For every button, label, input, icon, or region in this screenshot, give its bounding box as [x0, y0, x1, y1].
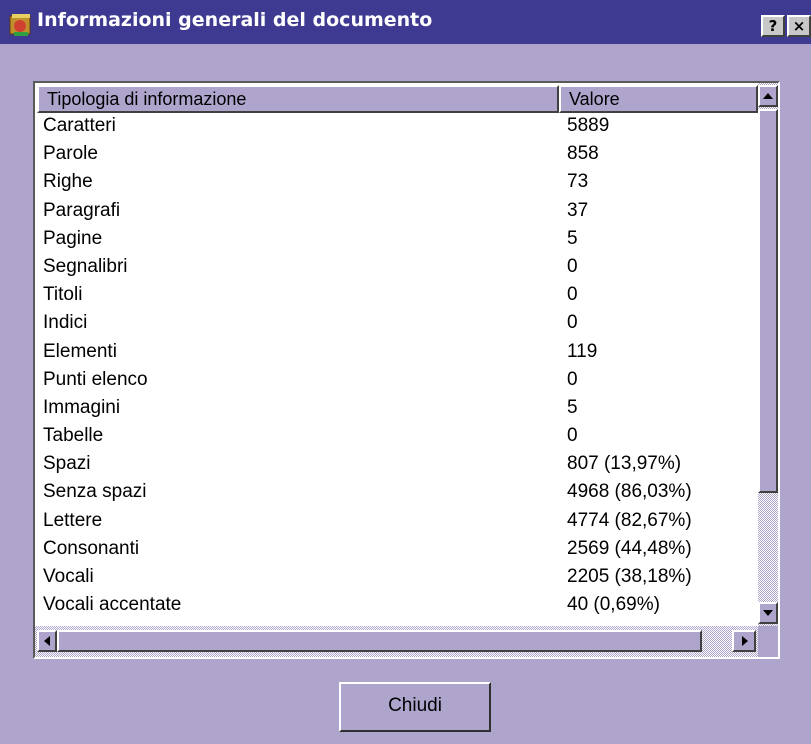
- horizontal-scrollbar[interactable]: [35, 626, 758, 657]
- arrow-down-icon: [763, 610, 773, 616]
- document-info-icon: [9, 14, 31, 36]
- scroll-down-button[interactable]: [758, 602, 778, 624]
- horizontal-scroll-thumb[interactable]: [57, 630, 702, 652]
- help-button[interactable]: ?: [761, 15, 785, 37]
- info-type: Punti elenco: [43, 368, 148, 390]
- title-bar: Informazioni generali del documento ? ×: [0, 0, 811, 44]
- info-type: Consonanti: [43, 537, 140, 559]
- info-type: Spazi: [43, 453, 91, 475]
- scroll-corner: [758, 626, 778, 657]
- info-value: 0: [567, 255, 578, 277]
- close-button[interactable]: Chiudi: [339, 682, 491, 732]
- info-value: 73: [567, 171, 589, 193]
- info-value: 5: [567, 227, 578, 249]
- info-type: Titoli: [43, 284, 83, 306]
- info-value: 5889: [567, 115, 610, 136]
- list-item[interactable]: Maiuscole 103 (1,78%): [35, 620, 758, 623]
- info-type: Senza spazi: [43, 481, 147, 503]
- info-value: 0: [567, 284, 578, 306]
- list-item[interactable]: Vocali 2205 (38,18%): [35, 564, 758, 592]
- list-item[interactable]: Elementi 119: [35, 339, 758, 367]
- info-value: 119: [567, 340, 598, 362]
- info-value: 4968 (86,03%): [567, 481, 692, 503]
- list-rows: Caratteri 5889 Parole 858 Righe 73 Paragrafi 37…: [35, 113, 758, 623]
- list-item[interactable]: Pagine 5: [35, 226, 758, 254]
- info-value: 0: [567, 368, 578, 390]
- info-value: 0: [567, 425, 578, 447]
- column-header-type[interactable]: Tipologia di informazione: [37, 85, 559, 113]
- list-item[interactable]: Vocali accentate 40 (0,69%): [35, 592, 758, 620]
- list-item[interactable]: Tabelle 0: [35, 423, 758, 451]
- vertical-scrollbar[interactable]: [758, 83, 778, 626]
- close-window-button[interactable]: ×: [787, 15, 811, 37]
- list-item[interactable]: Paragrafi 37: [35, 198, 758, 226]
- info-type: Vocali accentate: [43, 594, 182, 616]
- info-value: 2205 (38,18%): [567, 566, 692, 587]
- info-type: Immagini: [43, 396, 121, 418]
- info-value: 37: [567, 199, 589, 221]
- info-value: 807 (13,97%): [567, 453, 682, 475]
- list-item[interactable]: Parole 858: [35, 141, 758, 169]
- list-item[interactable]: Immagini 5: [35, 395, 758, 423]
- info-value: 4774 (82,67%): [567, 509, 692, 531]
- info-type: Elementi: [43, 340, 117, 362]
- list-item[interactable]: Senza spazi 4968 (86,03%): [35, 479, 758, 507]
- arrow-left-icon: [44, 636, 50, 646]
- scroll-left-button[interactable]: [37, 630, 57, 652]
- arrow-right-icon: [742, 636, 748, 646]
- list-item[interactable]: Indici 0: [35, 310, 758, 338]
- column-header-value[interactable]: Valore: [559, 85, 758, 113]
- info-value: 0: [567, 312, 578, 334]
- list-item[interactable]: Spazi 807 (13,97%): [35, 451, 758, 479]
- window-title: Informazioni generali del documento: [37, 9, 433, 31]
- list-item[interactable]: Segnalibri 0: [35, 254, 758, 282]
- info-value: 5: [567, 396, 578, 418]
- info-value: 103 (1,78%): [567, 622, 671, 623]
- info-type: Tabelle: [43, 425, 104, 447]
- list-header: Tipologia di informazione Valore: [37, 85, 758, 113]
- info-type: Parole: [43, 143, 98, 165]
- info-list[interactable]: Tipologia di informazione Valore Caratte…: [33, 81, 780, 659]
- info-type: Vocali: [43, 566, 94, 587]
- info-type: Pagine: [43, 227, 103, 249]
- info-value: 40 (0,69%): [567, 594, 660, 616]
- arrow-up-icon: [763, 93, 773, 99]
- info-value: 2569 (44,48%): [567, 537, 692, 559]
- info-value: 858: [567, 143, 599, 165]
- list-item[interactable]: Titoli 0: [35, 282, 758, 310]
- list-item[interactable]: Punti elenco 0: [35, 367, 758, 395]
- info-type: Lettere: [43, 509, 103, 531]
- scroll-right-button[interactable]: [732, 630, 756, 652]
- info-type: Paragrafi: [43, 199, 121, 221]
- vertical-scroll-thumb[interactable]: [758, 109, 778, 493]
- info-type: Segnalibri: [43, 255, 128, 277]
- list-item[interactable]: Consonanti 2569 (44,48%): [35, 536, 758, 564]
- info-type: Indici: [43, 312, 88, 334]
- list-item[interactable]: Caratteri 5889: [35, 113, 758, 141]
- scroll-up-button[interactable]: [758, 85, 778, 107]
- info-type: Caratteri: [43, 115, 116, 136]
- list-item[interactable]: Righe 73: [35, 169, 758, 197]
- info-type: Righe: [43, 171, 93, 193]
- list-item[interactable]: Lettere 4774 (82,67%): [35, 508, 758, 536]
- info-type: Maiuscole: [43, 622, 129, 623]
